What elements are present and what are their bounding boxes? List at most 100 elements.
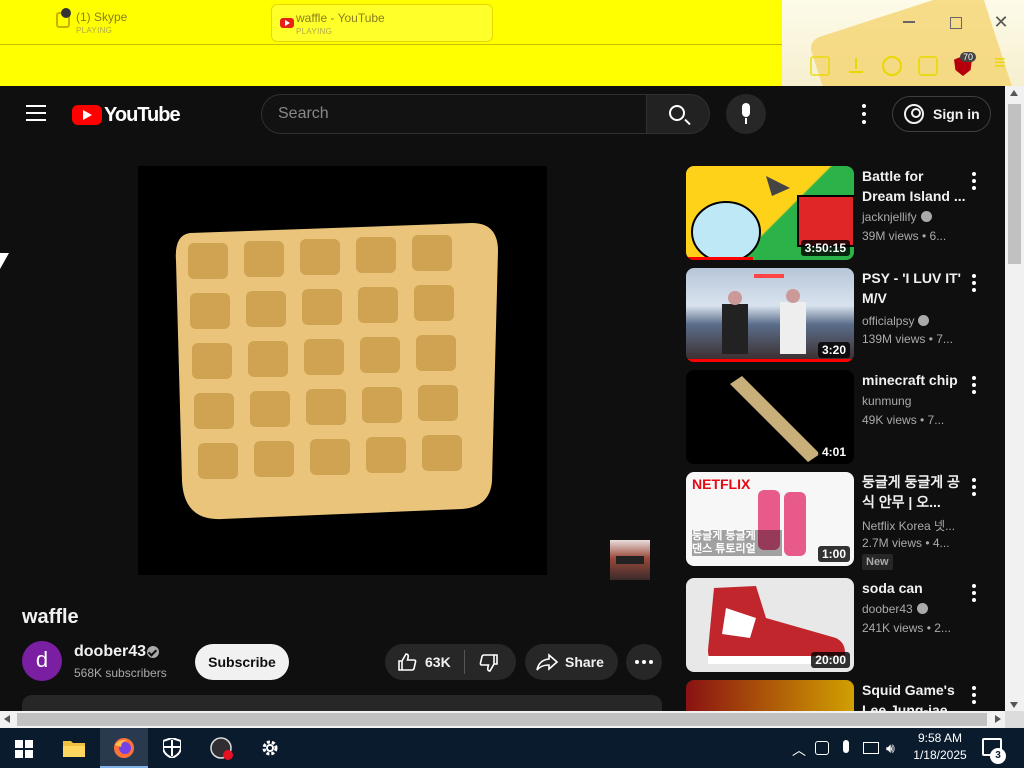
sign-in-button[interactable]: Sign in [892, 96, 991, 132]
more-options-icon[interactable] [968, 476, 980, 496]
video-meta: 49K views • 7... [862, 413, 945, 427]
video-thumbnail[interactable]: 20:00 [686, 578, 854, 672]
video-meta: 241K views • 2... [862, 621, 951, 635]
microphone-icon[interactable] [843, 740, 849, 753]
youtube-play-icon [72, 105, 102, 125]
more-options-icon[interactable] [968, 684, 980, 704]
sign-in-label: Sign in [933, 106, 980, 122]
channel-name[interactable]: doober43 [74, 643, 146, 661]
clock-time: 9:58 AM [917, 731, 963, 745]
video-duration: 3:50:15 [800, 240, 850, 256]
end-screen-thumbnail[interactable] [610, 540, 650, 580]
video-title[interactable]: Squid Game's Lee Jung-jae... [862, 680, 966, 711]
like-count: 63K [425, 654, 451, 670]
subscribe-button[interactable]: Subscribe [195, 644, 289, 680]
video-title[interactable]: PSY - 'I LUV IT' M/V [862, 268, 966, 308]
network-icon[interactable] [863, 742, 879, 754]
voice-search-button[interactable] [726, 94, 766, 134]
recommendation-item[interactable]: 3:20 PSY - 'I LUV IT' M/V officialpsy 13… [686, 268, 996, 364]
recommendation-item[interactable]: Squid Game's Lee Jung-jae... [686, 680, 996, 711]
video-thumbnail[interactable]: 4:01 [686, 370, 854, 464]
file-explorer-button[interactable] [50, 728, 98, 768]
notification-count: 3 [990, 748, 1006, 764]
recommendation-item[interactable]: NETFLIX 둥글게 둥글게 댄스 튜토리얼 1:00 둥글게 둥글게 공식 … [686, 472, 996, 570]
security-button[interactable] [148, 728, 196, 768]
new-badge: New [862, 554, 893, 570]
dislike-button[interactable] [465, 644, 516, 680]
recommendation-item[interactable]: 3:50:15 Battle for Dream Island ... jack… [686, 166, 996, 262]
scroll-down-arrow-icon[interactable] [1010, 702, 1018, 708]
obs-button[interactable] [197, 728, 245, 768]
search-input[interactable] [276, 95, 636, 133]
scroll-left-arrow-icon[interactable] [4, 715, 10, 723]
video-thumbnail[interactable] [686, 680, 854, 711]
search-icon [669, 105, 685, 121]
horizontal-scrollbar[interactable] [0, 711, 1005, 728]
share-label: Share [565, 654, 604, 670]
pocket-icon[interactable] [810, 56, 830, 76]
more-actions-button[interactable] [626, 644, 662, 680]
extension-badge: 70 [960, 52, 977, 62]
tab-youtube[interactable]: waffle - YouTube PLAYING [271, 4, 493, 42]
video-thumbnail[interactable]: NETFLIX 둥글게 둥글게 댄스 튜토리얼 1:00 [686, 472, 854, 566]
video-title[interactable]: soda can [862, 578, 966, 598]
channel-name[interactable]: doober43 [862, 602, 928, 616]
menu-icon[interactable] [992, 52, 1012, 76]
video-title[interactable]: Battle for Dream Island ... [862, 166, 966, 206]
more-options-icon[interactable] [968, 374, 980, 394]
video-title[interactable]: minecraft chip [862, 370, 966, 390]
gear-icon [262, 740, 278, 756]
video-title[interactable]: 둥글게 둥글게 공식 안무 | 오... [862, 472, 970, 512]
chevron-up-icon[interactable]: ︿ [792, 740, 806, 760]
system-clock[interactable]: 9:58 AM 1/18/2025 [908, 730, 972, 764]
scroll-right-arrow-icon[interactable] [995, 715, 1001, 723]
account-icon[interactable] [882, 56, 902, 76]
recommendation-item[interactable]: 20:00 soda can doober43 241K views • 2..… [686, 578, 996, 674]
firefox-button[interactable] [100, 728, 148, 768]
start-button[interactable] [0, 728, 48, 768]
video-duration: 3:20 [817, 342, 850, 358]
download-icon[interactable] [846, 56, 866, 76]
minimize-button[interactable] [897, 10, 921, 34]
scroll-up-arrow-icon[interactable] [1010, 90, 1018, 96]
video-thumbnail[interactable]: 3:20 [686, 268, 854, 362]
video-duration: 20:00 [811, 652, 850, 668]
settings-more-icon[interactable] [856, 102, 872, 126]
share-button[interactable]: Share [525, 644, 618, 680]
vertical-scrollbar[interactable] [1005, 86, 1024, 712]
youtube-favicon-icon [280, 18, 294, 28]
channel-label: jacknjellify [862, 210, 917, 224]
channel-name[interactable]: jacknjellify [862, 210, 932, 224]
scrollbar-thumb[interactable] [17, 713, 987, 726]
channel-name[interactable]: Netflix Korea 넷... [862, 517, 955, 534]
more-options-icon[interactable] [968, 170, 980, 190]
close-button[interactable]: ✕ [989, 10, 1013, 34]
video-duration: 4:01 [817, 444, 850, 460]
maximize-button[interactable] [943, 10, 967, 34]
settings-button[interactable] [246, 728, 294, 768]
thumbs-down-icon [479, 654, 498, 672]
description-box[interactable] [22, 695, 662, 711]
extensions-icon[interactable] [918, 56, 938, 76]
like-button[interactable]: 63K [385, 644, 465, 680]
video-meta: 2.7M views • 4... [862, 536, 950, 550]
scrollbar-thumb[interactable] [1008, 104, 1021, 264]
recommendation-item[interactable]: 4:01 minecraft chip kunmung 49K views • … [686, 370, 996, 466]
meet-now-icon[interactable] [815, 741, 829, 755]
like-dislike-group: 63K [385, 644, 516, 680]
channel-avatar[interactable]: d [22, 641, 62, 681]
video-meta: 139M views • 7... [862, 332, 953, 346]
volume-icon[interactable]: 🔊︎ [886, 740, 895, 757]
channel-name[interactable]: kunmung [862, 394, 911, 408]
hamburger-menu-icon[interactable] [26, 105, 46, 121]
channel-name[interactable]: officialpsy [862, 314, 930, 328]
chrome-divider [0, 44, 782, 45]
tab-status: PLAYING [76, 26, 113, 35]
search-button[interactable] [646, 94, 710, 134]
logo-text: YouTube [104, 104, 181, 126]
windows-taskbar: ︿ 🔊︎ 9:58 AM 1/18/2025 3 [0, 728, 1024, 768]
video-thumbnail[interactable]: 3:50:15 [686, 166, 854, 260]
more-options-icon[interactable] [968, 582, 980, 602]
tab-skype[interactable]: (1) Skype PLAYING [52, 4, 252, 42]
more-options-icon[interactable] [968, 272, 980, 292]
